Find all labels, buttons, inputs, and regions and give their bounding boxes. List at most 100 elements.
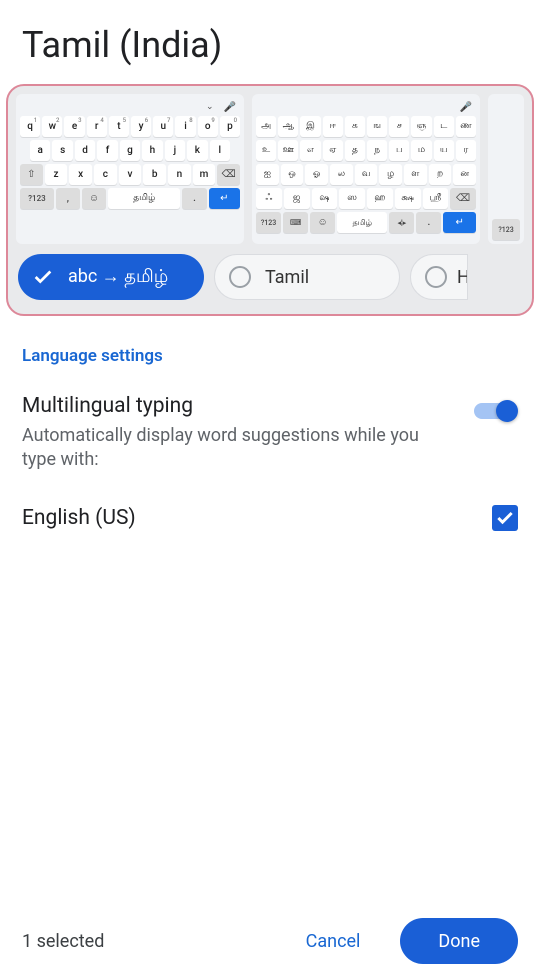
key: ஜ xyxy=(284,188,310,209)
partial-card: ?123 xyxy=(488,94,524,244)
key-o: o9 xyxy=(198,116,218,137)
key: எ xyxy=(300,140,320,161)
key: ந xyxy=(367,140,387,161)
space-key: தமிழ் xyxy=(108,188,180,209)
space-key: தமிழ் xyxy=(337,212,387,233)
key: c xyxy=(94,164,117,185)
key: ர xyxy=(456,140,476,161)
keyboard-option-tamil[interactable]: 🎤 அஆஇஈகஙசஞடண உஊஎஏதநபமயர ஐஒஓலவழளறன ஃஜஷஸஹக… xyxy=(252,94,480,244)
chip-label: Tamil xyxy=(265,267,309,288)
key: ஸ xyxy=(339,188,365,209)
key: ஊ xyxy=(278,140,298,161)
key: v xyxy=(119,164,142,185)
key: ஞ xyxy=(411,116,431,137)
footer: 1 selected Cancel Done xyxy=(0,903,540,979)
key: m xyxy=(193,164,216,185)
key: f xyxy=(97,140,117,161)
tamil-card: 🎤 அஆஇஈகஙசஞடண உஊஎஏதநபமயர ஐஒஓலவழளறன ஃஜஷஸஹக… xyxy=(252,94,480,244)
emoji-key: ☺ xyxy=(82,188,106,209)
key: k xyxy=(187,140,207,161)
english-row[interactable]: English (US) xyxy=(22,505,518,531)
key: அ xyxy=(256,116,276,137)
page-title: Tamil (India) xyxy=(0,0,540,84)
key: ற xyxy=(429,164,452,185)
key: s xyxy=(52,140,72,161)
selection-status: 1 selected xyxy=(22,931,266,952)
keyboard-option-handwriting[interactable]: ?123 xyxy=(488,94,524,244)
shift-key: ⇧ xyxy=(20,164,43,185)
english-checkbox[interactable] xyxy=(492,505,518,531)
qwerty-card: ⌄ 🎤 q1w2e3r4t5y6u7i8o9p0 asdfghjkl ⇧ zxc… xyxy=(16,94,244,244)
key-q: q1 xyxy=(20,116,40,137)
key: ம xyxy=(411,140,431,161)
mic-icon: 🎤 xyxy=(224,102,236,113)
period-key: . xyxy=(416,212,441,233)
enter-key: ↵ xyxy=(443,212,476,233)
key: g xyxy=(120,140,140,161)
key: b xyxy=(143,164,166,185)
multilingual-title: Multilingual typing xyxy=(22,394,454,418)
radio-icon xyxy=(425,266,447,288)
english-label: English (US) xyxy=(22,506,136,530)
chip-abc-tamil[interactable]: abc → தமிழ் xyxy=(18,254,204,300)
num-key: ?123 xyxy=(492,219,520,240)
key: க xyxy=(345,116,365,137)
multilingual-row[interactable]: Multilingual typing Automatically displa… xyxy=(22,394,518,473)
key: ஃ xyxy=(256,188,282,209)
key-y: y6 xyxy=(131,116,151,137)
done-button[interactable]: Done xyxy=(400,918,518,964)
key: ஶ்ரீ xyxy=(423,188,449,209)
chip-handwriting[interactable]: Ha xyxy=(410,254,468,300)
key: ங xyxy=(367,116,387,137)
key: ஒ xyxy=(281,164,304,185)
key: ள xyxy=(404,164,427,185)
key-r: r4 xyxy=(87,116,107,137)
key: ட xyxy=(434,116,454,137)
multilingual-sub: Automatically display word suggestions w… xyxy=(22,424,454,473)
key: ஹ xyxy=(367,188,393,209)
key: ழ xyxy=(379,164,402,185)
key: d xyxy=(75,140,95,161)
emoji-key: ☺ xyxy=(310,212,335,233)
key: l xyxy=(210,140,230,161)
option-chips: abc → தமிழ் Tamil Ha xyxy=(16,254,524,300)
key: ய xyxy=(434,140,454,161)
keyboard-option-abc[interactable]: ⌄ 🎤 q1w2e3r4t5y6u7i8o9p0 asdfghjkl ⇧ zxc… xyxy=(16,94,244,244)
key: க்ஷ xyxy=(395,188,421,209)
key: த xyxy=(345,140,365,161)
key-t: t5 xyxy=(109,116,129,137)
key: ஆ xyxy=(278,116,298,137)
key-p: p0 xyxy=(220,116,240,137)
radio-icon xyxy=(229,266,251,288)
check-icon xyxy=(32,266,54,288)
key: x xyxy=(69,164,92,185)
chevron-down-icon: ⌄ xyxy=(206,102,214,112)
section-label: Language settings xyxy=(22,346,518,366)
key: ச xyxy=(389,116,409,137)
period-key: . xyxy=(182,188,206,209)
key: இ xyxy=(300,116,320,137)
comma-key: , xyxy=(56,188,80,209)
key: ஷ xyxy=(312,188,338,209)
num-key: ?123 xyxy=(20,188,54,209)
key: ஐ xyxy=(256,164,279,185)
key: ஓ xyxy=(305,164,328,185)
key-u: u7 xyxy=(153,116,173,137)
chip-label: abc → தமிழ் xyxy=(68,266,168,289)
key: ல xyxy=(330,164,353,185)
key: ஈ xyxy=(323,116,343,137)
backspace-key: ⌫ xyxy=(217,164,240,185)
num-key: ?123 xyxy=(256,212,281,233)
multilingual-toggle[interactable] xyxy=(474,400,518,422)
key: ப xyxy=(389,140,409,161)
preview-scroll[interactable]: ⌄ 🎤 q1w2e3r4t5y6u7i8o9p0 asdfghjkl ⇧ zxc… xyxy=(16,94,524,244)
chip-tamil[interactable]: Tamil xyxy=(214,254,400,300)
key: ன xyxy=(453,164,476,185)
key: ஏ xyxy=(323,140,343,161)
key: a xyxy=(30,140,50,161)
key: ண xyxy=(456,116,476,137)
cancel-button[interactable]: Cancel xyxy=(280,918,387,964)
key: z xyxy=(45,164,68,185)
key-e: e3 xyxy=(64,116,84,137)
key: n xyxy=(168,164,191,185)
